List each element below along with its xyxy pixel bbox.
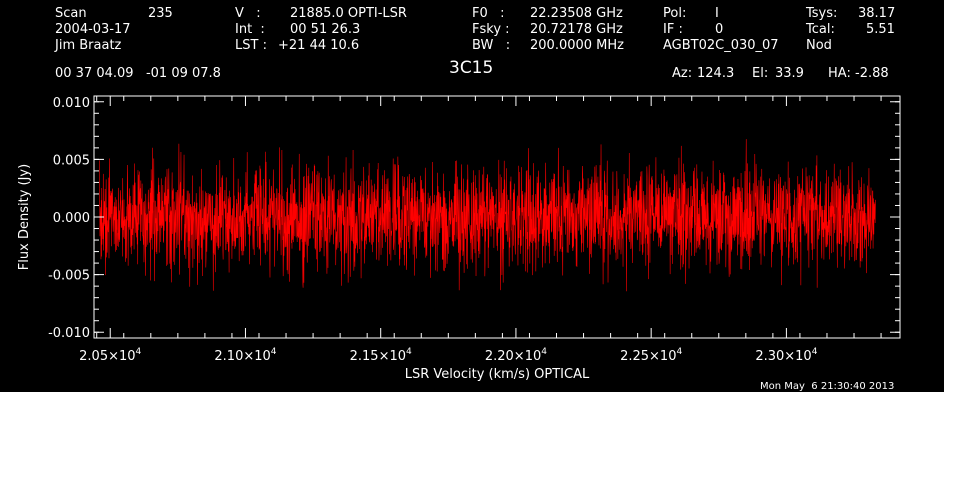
- y-tick-label: -0.005: [48, 269, 90, 284]
- x-tick-label: 2.20×104: [485, 347, 547, 364]
- spectrum-series-line: [99, 139, 876, 292]
- x-tick-label: 2.15×104: [350, 347, 412, 364]
- x-tick-label: 2.30×104: [755, 347, 817, 364]
- y-tick-label: 0.000: [53, 211, 90, 226]
- y-tick-label: 0.005: [53, 153, 90, 168]
- y-tick-label: -0.010: [48, 326, 90, 341]
- y-tick-label: 0.010: [53, 96, 90, 111]
- y-axis-label: Flux Density (Jy): [17, 164, 32, 270]
- plot-timestamp: Mon May 6 21:30:40 2013: [760, 381, 895, 392]
- x-tick-label: 2.25×104: [620, 347, 682, 364]
- spectrum-panel: Scan 235 V : 21885.0 OPTI-LSR F0 : 22.23…: [0, 0, 944, 392]
- spectrum-chart: -0.010 -0.005 0.000 0.005 0.010 2.05×104 2.10×…: [17, 95, 901, 382]
- x-tick-label: 2.10×104: [214, 347, 276, 364]
- x-axis-label: LSR Velocity (km/s) OPTICAL: [405, 367, 590, 382]
- x-tick-label: 2.05×104: [79, 347, 141, 364]
